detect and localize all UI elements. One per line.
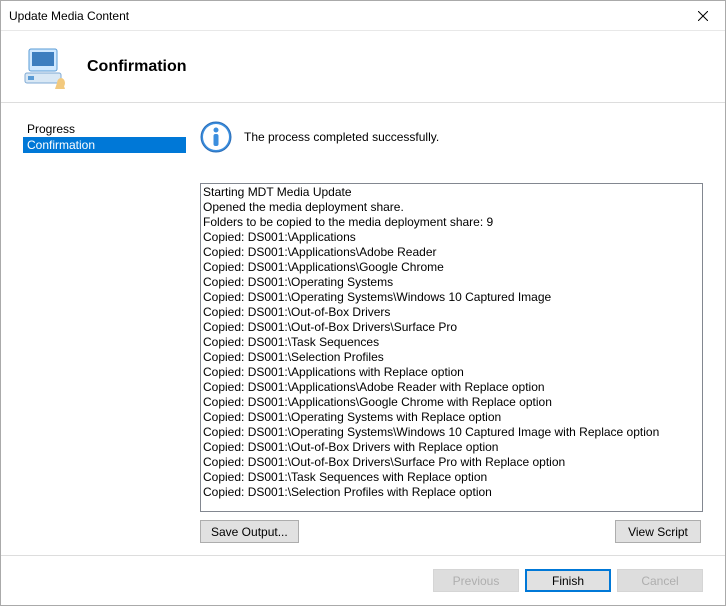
log-line: Copied: DS001:\Out-of-Box Drivers with R… bbox=[203, 440, 700, 455]
log-line: Copied: DS001:\Out-of-Box Drivers\Surfac… bbox=[203, 455, 700, 470]
log-line: Copied: DS001:\Selection Profiles bbox=[203, 350, 700, 365]
sidebar-item-progress[interactable]: Progress bbox=[23, 121, 186, 137]
log-line: Opened the media deployment share. bbox=[203, 200, 700, 215]
log-line: Copied: DS001:\Applications\Google Chrom… bbox=[203, 395, 700, 410]
log-line: Copied: DS001:\Applications\Adobe Reader bbox=[203, 245, 700, 260]
log-line: Starting MDT Media Update bbox=[203, 185, 700, 200]
content: The process completed successfully. Star… bbox=[186, 103, 725, 555]
sidebar: Progress Confirmation bbox=[1, 103, 186, 555]
view-script-button[interactable]: View Script bbox=[615, 520, 701, 543]
log-line: Copied: DS001:\Operating Systems\Windows… bbox=[203, 290, 700, 305]
titlebar: Update Media Content bbox=[1, 1, 725, 31]
log-line: Copied: DS001:\Selection Profiles with R… bbox=[203, 485, 700, 500]
previous-button: Previous bbox=[433, 569, 519, 592]
sidebar-item-confirmation[interactable]: Confirmation bbox=[23, 137, 186, 153]
body: Progress Confirmation The process comple… bbox=[1, 103, 725, 555]
log-line: Copied: DS001:\Out-of-Box Drivers\Surfac… bbox=[203, 320, 700, 335]
log-line: Copied: DS001:\Out-of-Box Drivers bbox=[203, 305, 700, 320]
log-line: Copied: DS001:\Applications with Replace… bbox=[203, 365, 700, 380]
log-line: Copied: DS001:\Operating Systems bbox=[203, 275, 700, 290]
footer: Previous Finish Cancel bbox=[1, 555, 725, 605]
log-line: Folders to be copied to the media deploy… bbox=[203, 215, 700, 230]
close-icon bbox=[698, 11, 708, 21]
page-title: Confirmation bbox=[87, 58, 187, 76]
cancel-button: Cancel bbox=[617, 569, 703, 592]
log-line: Copied: DS001:\Operating Systems with Re… bbox=[203, 410, 700, 425]
log-line: Copied: DS001:\Task Sequences with Repla… bbox=[203, 470, 700, 485]
close-button[interactable] bbox=[680, 1, 725, 30]
window-title: Update Media Content bbox=[9, 9, 129, 23]
status-row: The process completed successfully. bbox=[200, 121, 703, 153]
log-line: Copied: DS001:\Applications\Adobe Reader… bbox=[203, 380, 700, 395]
log-output[interactable]: Starting MDT Media UpdateOpened the medi… bbox=[200, 183, 703, 512]
log-line: Copied: DS001:\Applications bbox=[203, 230, 700, 245]
header: Confirmation bbox=[1, 31, 725, 103]
status-message: The process completed successfully. bbox=[244, 130, 439, 144]
log-line: Copied: DS001:\Applications\Google Chrom… bbox=[203, 260, 700, 275]
log-line: Copied: DS001:\Operating Systems\Windows… bbox=[203, 425, 700, 440]
computer-icon bbox=[21, 43, 69, 91]
mid-button-row: Save Output... View Script bbox=[200, 520, 703, 543]
save-output-button[interactable]: Save Output... bbox=[200, 520, 299, 543]
info-icon bbox=[200, 121, 232, 153]
log-line: Copied: DS001:\Task Sequences bbox=[203, 335, 700, 350]
dialog-window: Update Media Content Confirmation Progre… bbox=[0, 0, 726, 606]
finish-button[interactable]: Finish bbox=[525, 569, 611, 592]
